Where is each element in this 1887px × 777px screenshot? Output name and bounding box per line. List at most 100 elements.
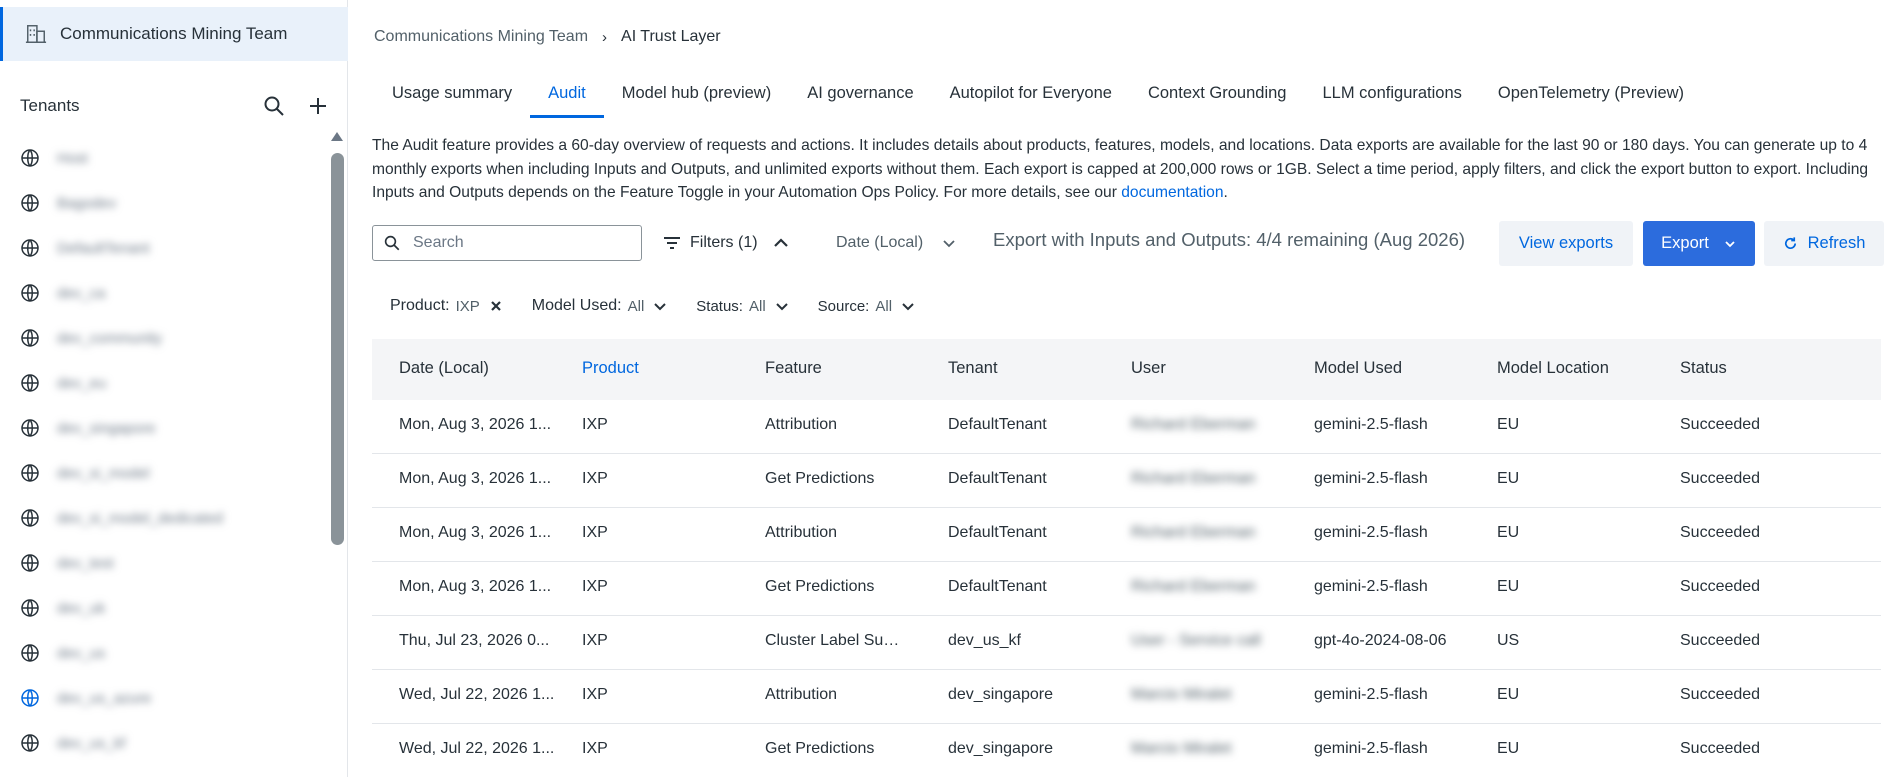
column-header-feature[interactable]: Feature: [765, 359, 905, 378]
cell-product: IXP: [582, 740, 608, 757]
cell-status: Succeeded: [1680, 416, 1761, 433]
tenant-name: Bagodev: [57, 194, 117, 212]
tab-opentelemetry[interactable]: OpenTelemetry (Preview): [1480, 76, 1702, 118]
cell-feature: Get Predictions: [765, 578, 875, 595]
table-row[interactable]: Wed, Jul 22, 2026 1... IXP Attribution d…: [372, 670, 1881, 724]
tenants-label: Tenants: [20, 96, 80, 115]
export-button[interactable]: Export: [1643, 221, 1755, 266]
column-header-status[interactable]: Status: [1680, 359, 1820, 378]
org-header[interactable]: Communications Mining Team: [0, 7, 348, 61]
breadcrumb-parent[interactable]: Communications Mining Team: [374, 28, 588, 46]
chip-value: IXP: [455, 297, 480, 315]
column-header-date[interactable]: Date (Local): [399, 359, 559, 378]
tenant-item[interactable]: dev_si_model_dedicated: [20, 503, 223, 533]
audit-table: Date (Local) Product Feature Tenant User…: [372, 339, 1881, 777]
date-column-select[interactable]: Date (Local): [836, 229, 957, 257]
cell-tenant: DefaultTenant: [948, 578, 1047, 595]
chip-key: Source:: [817, 297, 870, 315]
tenant-name: dev_us: [57, 644, 106, 662]
tab-usage-summary[interactable]: Usage summary: [374, 76, 530, 118]
globe-icon: [21, 509, 39, 527]
column-header-model-used[interactable]: Model Used: [1314, 359, 1474, 378]
tab-model-hub[interactable]: Model hub (preview): [604, 76, 789, 118]
tenant-name: dev_test: [57, 554, 114, 572]
chip-key: Model Used:: [531, 297, 622, 314]
search-input[interactable]: [413, 234, 613, 252]
tenant-item[interactable]: Host: [20, 143, 88, 173]
tab-autopilot[interactable]: Autopilot for Everyone: [932, 76, 1130, 118]
search-box[interactable]: [372, 225, 642, 261]
globe-icon: [21, 464, 39, 482]
cell-date: Mon, Aug 3, 2026 1...: [399, 470, 552, 487]
tenant-item[interactable]: dev_ca: [20, 278, 105, 308]
cell-status: Succeeded: [1680, 470, 1761, 487]
chip-key: Product:: [390, 297, 450, 314]
tenant-item[interactable]: dev_us_kf: [20, 728, 125, 758]
filter-chip-model-used[interactable]: Model Used: All: [532, 297, 669, 315]
cell-tenant: DefaultTenant: [948, 524, 1047, 541]
cell-product: IXP: [582, 578, 608, 595]
documentation-link[interactable]: documentation: [1121, 184, 1223, 201]
column-header-tenant[interactable]: Tenant: [948, 359, 1098, 378]
view-exports-button[interactable]: View exports: [1499, 221, 1633, 266]
chip-key: Status:: [696, 297, 743, 315]
cell-model-location: EU: [1497, 470, 1520, 487]
add-icon[interactable]: [306, 94, 330, 118]
building-icon: [25, 25, 47, 43]
cell-date: Wed, Jul 22, 2026 1...: [399, 740, 555, 757]
tenant-name: dev_uk: [57, 599, 106, 617]
table-row[interactable]: Mon, Aug 3, 2026 1... IXP Get Prediction…: [372, 562, 1881, 616]
table-row[interactable]: Mon, Aug 3, 2026 1... IXP Get Prediction…: [372, 454, 1881, 508]
main-content: Communications Mining Team › AI Trust La…: [348, 0, 1887, 777]
table-row[interactable]: Mon, Aug 3, 2026 1... IXP Attribution De…: [372, 400, 1881, 454]
filters-button[interactable]: Filters (1): [662, 229, 798, 257]
table-row[interactable]: Wed, Jul 22, 2026 1... IXP Get Predictio…: [372, 724, 1881, 777]
tenant-item[interactable]: dev_uk: [20, 593, 105, 623]
tenant-item[interactable]: dev_community: [20, 323, 162, 353]
column-header-model-location[interactable]: Model Location: [1497, 359, 1637, 378]
breadcrumb: Communications Mining Team › AI Trust La…: [374, 28, 721, 46]
tenant-item[interactable]: dev_test: [20, 548, 114, 578]
tab-bar: Usage summary Audit Model hub (preview) …: [374, 76, 1702, 118]
cell-product: IXP: [582, 686, 608, 703]
tenant-item[interactable]: dev_si_model: [20, 458, 150, 488]
tenant-item[interactable]: dev_us: [20, 638, 105, 668]
chevron-down-icon: [943, 240, 955, 248]
filter-chip-product[interactable]: Product: IXP: [390, 297, 504, 315]
cell-product: IXP: [582, 470, 608, 487]
tenant-name: dev_si_model_dedicated: [57, 509, 223, 527]
cell-feature: Get Predictions: [765, 470, 875, 487]
tab-audit[interactable]: Audit: [530, 76, 604, 118]
scroll-up-arrow[interactable]: [331, 132, 343, 141]
tenant-name: dev_us_azure: [57, 689, 152, 707]
refresh-label: Refresh: [1807, 234, 1866, 252]
table-row[interactable]: Mon, Aug 3, 2026 1... IXP Attribution De…: [372, 508, 1881, 562]
cell-feature: Attribution: [765, 416, 838, 433]
cell-model-used: gemini-2.5-flash: [1314, 470, 1428, 487]
tab-context-grounding[interactable]: Context Grounding: [1130, 76, 1305, 118]
column-header-user[interactable]: User: [1131, 359, 1281, 378]
column-header-product[interactable]: Product: [582, 359, 722, 378]
cell-date: Wed, Jul 22, 2026 1...: [399, 686, 555, 703]
refresh-button[interactable]: Refresh: [1764, 221, 1884, 266]
tenant-item[interactable]: dev_eu: [20, 368, 106, 398]
scrollbar-thumb[interactable]: [331, 153, 344, 545]
cell-status: Succeeded: [1680, 740, 1761, 757]
tenant-item[interactable]: Bagodev: [20, 188, 116, 218]
tenant-item[interactable]: dev_us_azure: [20, 683, 151, 713]
tenant-name: dev_singapore: [57, 419, 156, 437]
tab-llm-configurations[interactable]: LLM configurations: [1304, 76, 1479, 118]
table-row[interactable]: Thu, Jul 23, 2026 0... IXP Cluster Label…: [372, 616, 1881, 670]
tenant-item[interactable]: DefaultTenant: [20, 233, 150, 263]
cell-user: Marcio Miralet: [1131, 740, 1232, 757]
tenant-item[interactable]: dev_singapore: [20, 413, 155, 443]
audit-description: The Audit feature provides a 60-day over…: [372, 134, 1877, 205]
close-icon[interactable]: [488, 298, 504, 314]
chip-value: All: [748, 297, 766, 315]
globe-icon: [21, 599, 39, 617]
filter-chip-source[interactable]: Source: All: [818, 298, 916, 315]
search-icon[interactable]: [262, 94, 286, 118]
filter-chip-status[interactable]: Status: All: [696, 298, 789, 315]
tenant-name: dev_ca: [57, 284, 106, 302]
tab-ai-governance[interactable]: AI governance: [789, 76, 931, 118]
